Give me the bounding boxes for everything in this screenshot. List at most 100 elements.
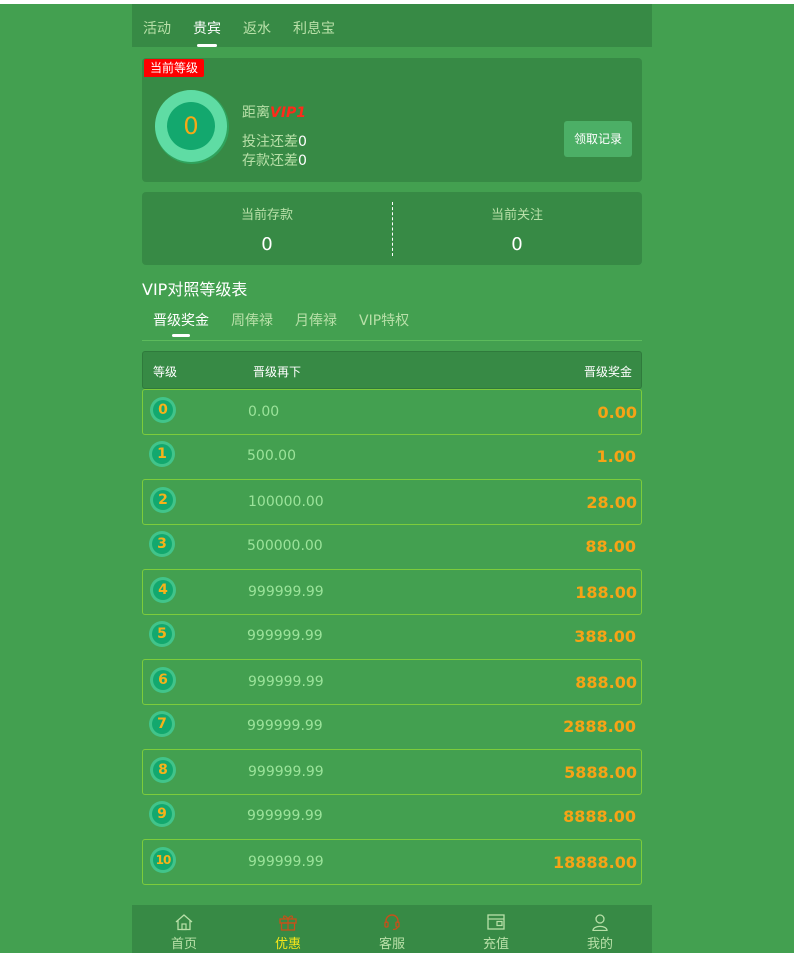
level-coin-icon: 0 [155, 90, 229, 164]
row-level: 8 [153, 760, 173, 780]
table-row: 5 999999.99 388.00 [142, 614, 640, 658]
row-bonus: 88.00 [585, 537, 636, 556]
tab-interest[interactable]: 利息宝 [293, 18, 335, 38]
row-level: 4 [153, 580, 173, 600]
row-bonus: 1.00 [596, 447, 636, 466]
row-bonus: 188.00 [575, 583, 637, 602]
header-bonus: 晋级奖金 [583, 365, 632, 379]
vip-page: 活动 贵宾 返水 利息宝 当前等级 0 距离VIP1 投注还差0 存款还差0 领… [132, 4, 652, 953]
tab-vip[interactable]: 贵宾 [193, 18, 221, 38]
current-follow-label: 当前关注 [490, 208, 543, 223]
current-deposit-stat: 当前存款 0 [142, 204, 392, 255]
deposit-remaining-label: 存款还差 [242, 153, 298, 169]
row-requirement: 500000.00 [247, 538, 323, 554]
nav-home[interactable]: 首页 [132, 905, 236, 953]
level-badge-icon: 1 [149, 441, 175, 467]
subtab-promotion-bonus[interactable]: 晋级奖金 [153, 310, 209, 330]
tab-rebate[interactable]: 返水 [243, 18, 271, 38]
wallet-icon [487, 914, 505, 930]
level-badge-icon: 9 [149, 801, 175, 827]
user-icon [592, 914, 608, 931]
level-badge-icon: 10 [150, 847, 176, 873]
distance-prefix: 距离 [242, 105, 270, 121]
subtab-vip-privileges[interactable]: VIP特权 [359, 310, 409, 330]
row-bonus: 0.00 [597, 403, 637, 422]
active-tab-indicator [197, 44, 217, 47]
current-level-value: 0 [167, 102, 215, 150]
active-subtab-indicator [172, 334, 190, 337]
bet-remaining-value: 0 [298, 134, 307, 150]
row-requirement: 100000.00 [248, 494, 324, 510]
tab-activity[interactable]: 活动 [143, 18, 171, 38]
row-level: 2 [153, 490, 173, 510]
level-badge-icon: 7 [149, 711, 175, 737]
table-row: 7 999999.99 2888.00 [142, 704, 640, 748]
row-requirement: 999999.99 [248, 764, 324, 780]
deposit-remaining-value: 0 [298, 153, 307, 169]
header-level: 等级 [153, 365, 178, 379]
headset-icon [384, 914, 400, 931]
row-level: 3 [152, 534, 172, 554]
nav-profile[interactable]: 我的 [548, 905, 652, 953]
nav-profile-label: 我的 [586, 937, 613, 952]
row-level: 7 [152, 714, 172, 734]
current-level-badge: 当前等级 [144, 59, 205, 77]
subtab-monthly-salary[interactable]: 月俸禄 [295, 310, 337, 330]
stats-card: 当前存款 0 当前关注 0 [142, 192, 642, 265]
current-follow-stat: 当前关注 0 [392, 204, 642, 255]
row-bonus: 2888.00 [563, 717, 636, 736]
row-requirement: 999999.99 [248, 674, 324, 690]
bet-remaining: 投注还差0 [242, 131, 307, 151]
row-requirement: 999999.99 [248, 854, 324, 870]
bet-remaining-label: 投注还差 [242, 134, 298, 150]
table-row: 6 999999.99 888.00 [142, 659, 642, 705]
row-requirement: 999999.99 [247, 718, 323, 734]
row-bonus: 28.00 [586, 493, 637, 512]
level-badge-icon: 3 [149, 531, 175, 557]
level-badge-icon: 0 [150, 397, 176, 423]
row-level: 0 [153, 400, 173, 420]
row-requirement: 500.00 [247, 448, 296, 464]
nav-promotions[interactable]: 优惠 [236, 905, 340, 953]
receive-records-button[interactable]: 领取记录 [564, 121, 632, 157]
next-level-distance: 距离VIP1 [242, 102, 306, 122]
subtab-weekly-salary[interactable]: 周俸禄 [231, 310, 273, 330]
gift-icon [279, 915, 297, 931]
row-level: 6 [153, 670, 173, 690]
vip-table-header: 等级 晋级再下 晋级奖金 [142, 351, 642, 389]
row-requirement: 999999.99 [247, 808, 323, 824]
nav-deposit-label: 充值 [482, 937, 509, 952]
nav-support[interactable]: 客服 [340, 905, 444, 953]
row-requirement: 999999.99 [247, 628, 323, 644]
table-row: 3 500000.00 88.00 [142, 524, 640, 568]
current-follow-value: 0 [511, 234, 523, 255]
table-row: 1 500.00 1.00 [142, 434, 640, 478]
table-row: 4 999999.99 188.00 [142, 569, 642, 615]
top-tab-bar: 活动 贵宾 返水 利息宝 [132, 4, 652, 47]
current-deposit-value: 0 [261, 234, 273, 255]
row-bonus: 5888.00 [564, 763, 637, 782]
nav-promotions-label: 优惠 [274, 937, 301, 952]
level-card: 当前等级 0 距离VIP1 投注还差0 存款还差0 领取记录 [142, 58, 642, 182]
row-level: 9 [152, 804, 172, 824]
row-bonus: 888.00 [575, 673, 637, 692]
table-row: 10 999999.99 18888.00 [142, 839, 642, 885]
level-badge-icon: 5 [149, 621, 175, 647]
table-row: 9 999999.99 8888.00 [142, 794, 640, 838]
table-row: 2 100000.00 28.00 [142, 479, 642, 525]
nav-deposit[interactable]: 充值 [444, 905, 548, 953]
table-row: 0 0.00 0.00 [142, 389, 642, 435]
nav-support-label: 客服 [378, 937, 405, 952]
row-bonus: 18888.00 [552, 853, 637, 872]
next-vip-label: VIP1 [270, 105, 307, 121]
row-level: 5 [152, 624, 172, 644]
vip-table-title: VIP对照等级表 [142, 280, 248, 299]
level-badge-icon: 2 [150, 487, 176, 513]
header-requirement: 晋级再下 [253, 365, 302, 379]
current-deposit-label: 当前存款 [240, 208, 293, 223]
home-icon [175, 914, 193, 931]
level-badge-icon: 6 [150, 667, 176, 693]
row-bonus: 388.00 [574, 627, 636, 646]
table-row: 8 999999.99 5888.00 [142, 749, 642, 795]
row-level: 10 [153, 850, 173, 870]
